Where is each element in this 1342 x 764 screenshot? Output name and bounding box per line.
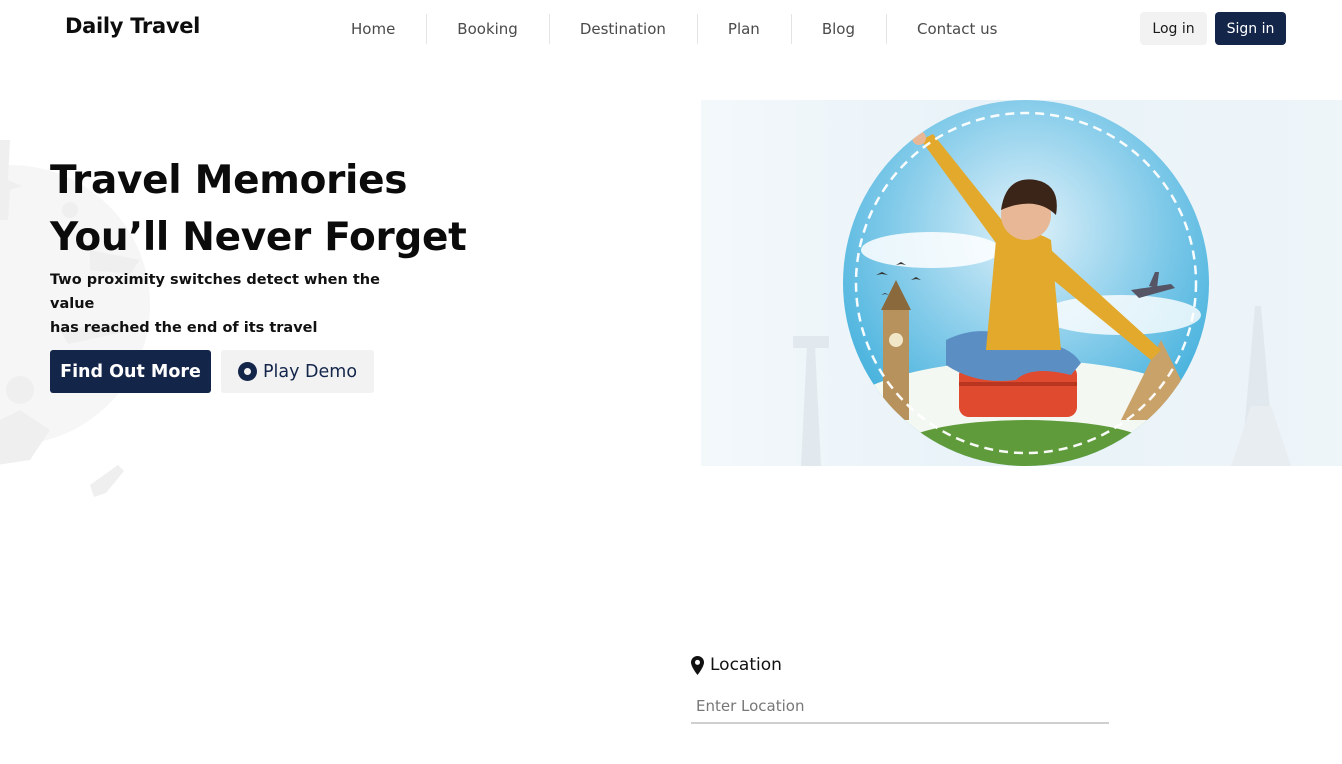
nav-destination[interactable]: Destination bbox=[548, 14, 697, 44]
hero-illustration bbox=[793, 100, 1291, 466]
map-pin-icon bbox=[691, 655, 704, 675]
location-label: Location bbox=[691, 655, 782, 675]
site-logo[interactable]: Daily Travel bbox=[65, 14, 200, 38]
nav-plan[interactable]: Plan bbox=[696, 14, 791, 44]
hero-subtitle-line2: has reached the end of its travel bbox=[50, 320, 318, 336]
hero-subtitle: Two proximity switches detect when the v… bbox=[50, 268, 400, 340]
nav-blog[interactable]: Blog bbox=[790, 14, 886, 44]
hero-image bbox=[701, 100, 1342, 466]
nav-contact[interactable]: Contact us bbox=[886, 14, 1028, 44]
signin-button[interactable]: Sign in bbox=[1215, 12, 1286, 45]
nav-home[interactable]: Home bbox=[320, 14, 426, 44]
hero-title: Travel Memories You’ll Never Forget bbox=[50, 152, 510, 266]
main-nav: Home Booking Destination Plan Blog Conta… bbox=[320, 14, 1028, 44]
nav-booking[interactable]: Booking bbox=[426, 14, 549, 44]
play-demo-button[interactable]: Play Demo bbox=[221, 350, 374, 393]
hero-title-line1: Travel Memories bbox=[50, 158, 408, 203]
hero-title-line2: You’ll Never Forget bbox=[50, 215, 467, 260]
hero-subtitle-line1: Two proximity switches detect when the v… bbox=[50, 272, 380, 312]
find-out-more-button[interactable]: Find Out More bbox=[50, 350, 211, 393]
location-input[interactable] bbox=[691, 690, 1109, 724]
play-circle-icon bbox=[237, 362, 257, 381]
login-button[interactable]: Log in bbox=[1140, 12, 1207, 45]
location-label-text: Location bbox=[710, 655, 782, 675]
play-demo-label: Play Demo bbox=[262, 361, 358, 382]
